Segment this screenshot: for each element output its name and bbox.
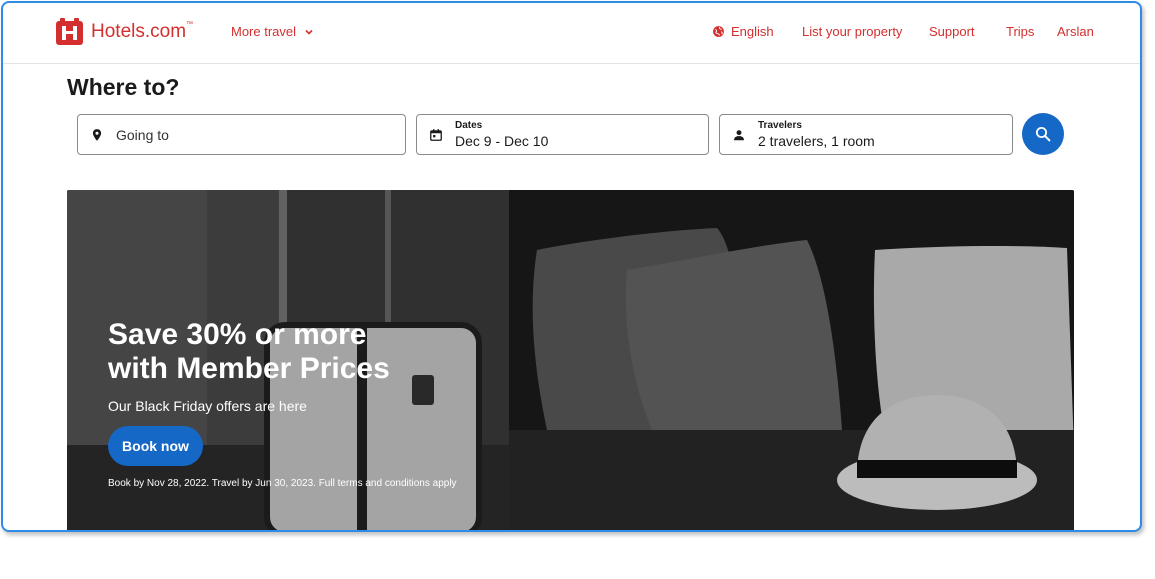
language-label: English [731,24,774,39]
destination-field[interactable]: Going to [77,114,406,155]
calendar-icon [430,128,442,141]
travelers-field[interactable]: Travelers 2 travelers, 1 room [719,114,1013,155]
list-property-link[interactable]: List your property [802,24,902,39]
user-name: Arslan [1057,24,1094,39]
list-property-label: List your property [802,24,903,39]
support-link[interactable]: Support [929,24,975,39]
top-navigation: Hotels.com™ More travel English List you… [3,3,1140,64]
hotels-logo-icon [56,18,83,45]
more-travel-label: More travel [231,24,297,39]
more-travel-menu[interactable]: More travel [231,24,314,39]
person-icon [734,129,744,140]
brand-name: Hotels.com™ [91,20,194,42]
book-now-button[interactable]: Book now [108,426,203,466]
hero-title: Save 30% or more with Member Prices [108,318,528,386]
hero-subtitle: Our Black Friday offers are here [108,398,307,414]
trips-link[interactable]: Trips [1006,24,1034,39]
dates-field[interactable]: Dates Dec 9 - Dec 10 [416,114,709,155]
terms-text: Book by Nov 28, 2022. Travel by Jun 30, … [108,478,457,489]
globe-icon [713,26,724,37]
promo-hero-banner: Save 30% or more with Member Prices Our … [67,190,1074,530]
dates-value: Dec 9 - Dec 10 [455,132,549,149]
account-menu[interactable]: Arslan [1057,24,1094,39]
browser-frame: Hotels.com™ More travel English List you… [1,1,1142,532]
hotels-logo[interactable]: Hotels.com™ [56,18,193,45]
page-title: Where to? [67,74,180,100]
dates-label: Dates [455,119,483,131]
hero-title-line1: Save 30% or more [108,318,367,351]
trips-label: Trips [1006,24,1035,39]
destination-placeholder: Going to [116,126,169,143]
hero-title-line2: with Member Prices [108,352,390,385]
location-pin-icon [92,128,102,141]
travelers-label: Travelers [758,119,802,131]
search-button[interactable] [1022,113,1064,155]
language-selector[interactable]: English [712,24,774,39]
travelers-value: 2 travelers, 1 room [758,132,875,149]
search-icon [1035,126,1051,142]
chevron-down-icon [305,29,313,35]
support-label: Support [929,24,975,39]
